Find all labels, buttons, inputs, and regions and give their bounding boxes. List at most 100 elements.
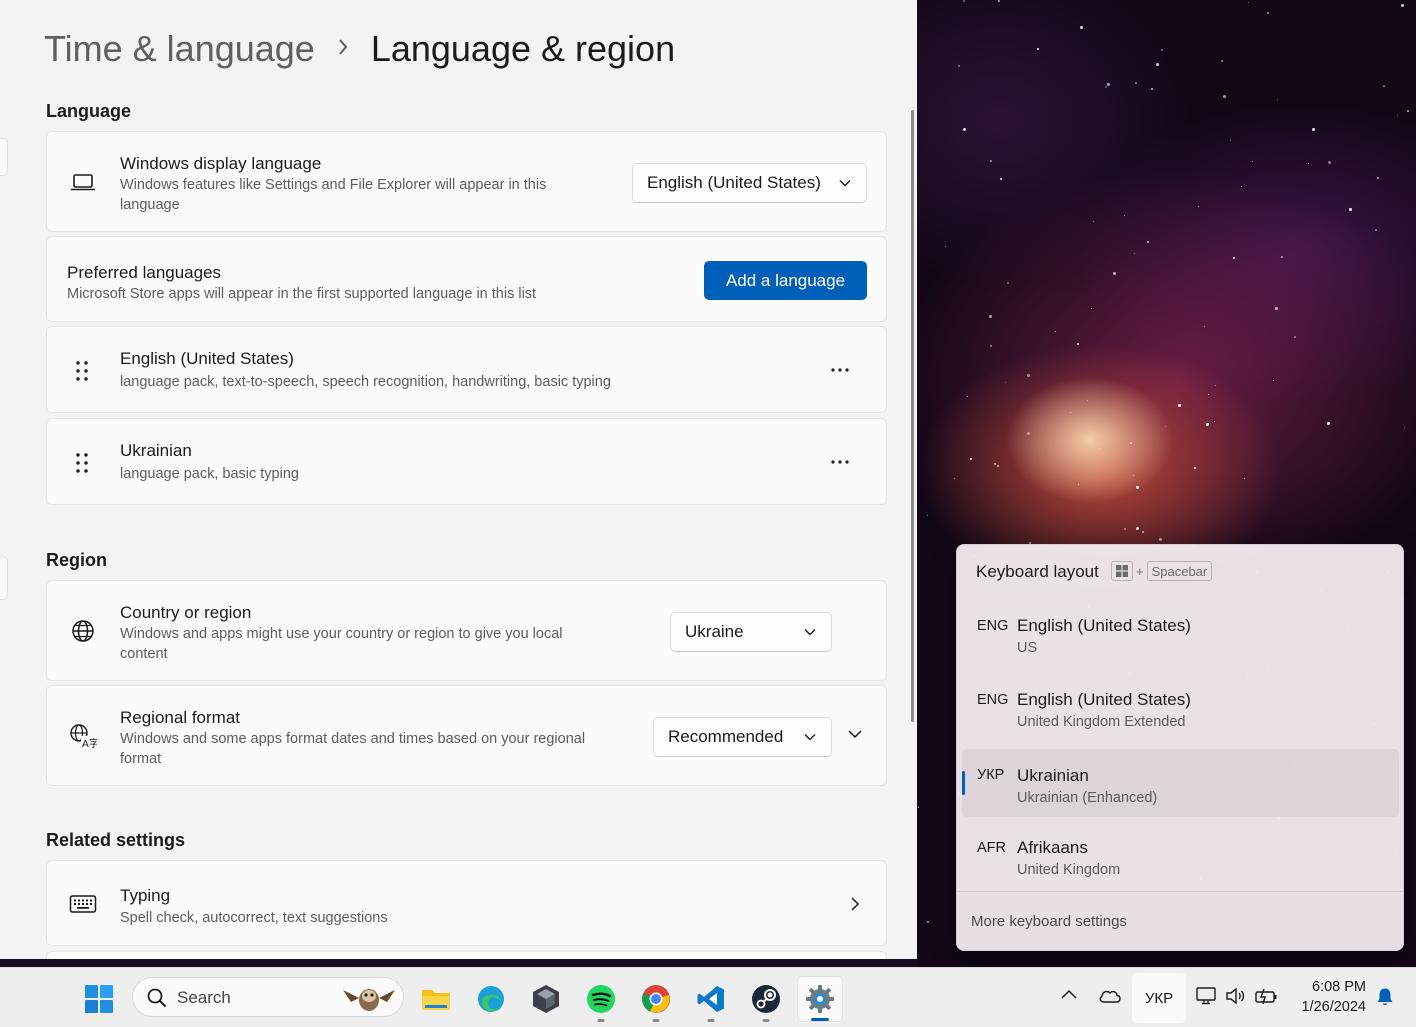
taskbar-app-steam[interactable] xyxy=(743,976,789,1022)
country-region-dropdown[interactable]: Ukraine xyxy=(670,612,832,652)
wallpaper-star xyxy=(927,921,929,923)
drag-handle-icon[interactable] xyxy=(74,451,90,480)
scrollbar[interactable] xyxy=(911,110,914,722)
keyboard-layout-item[interactable]: AFR Afrikaans United Kingdom xyxy=(962,828,1399,896)
wallpaper-star xyxy=(1397,115,1398,116)
regional-format-dropdown[interactable]: Recommended xyxy=(653,717,832,757)
file-explorer-icon xyxy=(422,990,450,1010)
wallpaper-star xyxy=(1124,215,1125,216)
regional-format-card[interactable]: A字 Regional format Windows and some apps… xyxy=(46,685,887,786)
laptop-icon xyxy=(69,168,97,196)
country-region-description: Windows and apps might use your country … xyxy=(120,626,563,662)
chevron-up-icon[interactable] xyxy=(1060,988,1078,1000)
edge-icon xyxy=(478,986,504,1012)
wallpaper-star xyxy=(1093,221,1094,222)
onedrive-icon[interactable] xyxy=(1098,988,1122,1004)
input-indicator[interactable]: УКР xyxy=(1132,973,1186,1023)
breadcrumb: Time & language Language & region xyxy=(44,28,675,70)
display-language-card: Windows display language Windows feature… xyxy=(46,131,887,232)
running-indicator xyxy=(597,1019,605,1022)
regional-format-icon: A字 xyxy=(69,722,97,750)
settings-window: Time & language Language & region Langua… xyxy=(0,0,917,959)
wallpaper-star xyxy=(1267,12,1269,14)
taskbar-search[interactable]: Search xyxy=(132,977,404,1017)
wallpaper-star xyxy=(1130,442,1132,444)
more-keyboard-settings-link[interactable]: More keyboard settings xyxy=(957,891,1403,950)
breadcrumb-parent[interactable]: Time & language xyxy=(44,28,315,70)
language-item[interactable]: Ukrainian language pack, basic typing xyxy=(46,418,887,505)
language-item[interactable]: English (United States) language pack, t… xyxy=(46,326,887,413)
taskbar-app-edge[interactable] xyxy=(468,976,514,1022)
add-language-button[interactable]: Add a language xyxy=(704,261,867,300)
display-language-title: Windows display language xyxy=(120,154,322,173)
wallpaper-star xyxy=(1135,82,1137,84)
wallpaper-star xyxy=(1077,343,1079,345)
country-region-card: Country or region Windows and apps might… xyxy=(46,580,887,681)
obs-icon xyxy=(533,985,559,1013)
expand-chevron-icon[interactable] xyxy=(847,726,863,747)
volume-icon[interactable] xyxy=(1224,986,1246,1006)
wallpaper-star xyxy=(1091,308,1092,309)
wallpaper-star xyxy=(1027,432,1030,435)
start-icon xyxy=(85,985,113,1013)
taskbar-app-chrome[interactable] xyxy=(633,976,679,1022)
taskbar-app-obs[interactable] xyxy=(523,976,569,1022)
running-indicator xyxy=(652,1019,660,1022)
drag-handle-icon[interactable] xyxy=(74,359,90,388)
wallpaper-star xyxy=(1087,400,1088,401)
taskbar-app-vscode[interactable] xyxy=(688,976,734,1022)
layout-variant: United Kingdom Extended xyxy=(1017,714,1186,730)
wallpaper-star xyxy=(1070,412,1071,413)
keyboard-layout-item-selected[interactable]: УКР Ukrainian Ukrainian (Enhanced) xyxy=(962,749,1399,817)
more-options-icon[interactable] xyxy=(825,355,855,385)
typing-card[interactable]: Typing Spell check, autocorrect, text su… xyxy=(46,860,887,946)
wallpaper-star xyxy=(967,396,968,397)
wallpaper-star xyxy=(1156,63,1159,66)
wallpaper-star xyxy=(1027,374,1030,377)
regional-format-title: Regional format xyxy=(120,708,241,727)
wallpaper-star xyxy=(1407,110,1409,112)
windows-key-icon xyxy=(1111,561,1133,581)
wallpaper-star xyxy=(1215,385,1216,386)
wallpaper-star xyxy=(1233,257,1235,259)
wallpaper-star xyxy=(1328,161,1331,164)
network-icon[interactable] xyxy=(1195,986,1217,1006)
page-title: Language & region xyxy=(370,28,676,69)
wallpaper-star xyxy=(927,515,928,516)
start-button[interactable] xyxy=(76,976,122,1022)
wallpaper-star xyxy=(1007,282,1009,284)
wallpaper-star xyxy=(1230,140,1231,141)
display-language-dropdown[interactable]: English (United States) xyxy=(632,163,867,203)
battery-icon[interactable] xyxy=(1254,986,1278,1006)
preferred-languages-title: Preferred languages xyxy=(67,263,222,282)
wallpaper-star xyxy=(1161,49,1163,51)
wallpaper-star xyxy=(1281,256,1283,258)
taskbar-app-spotify[interactable] xyxy=(578,976,624,1022)
taskbar-app-settings[interactable] xyxy=(797,976,843,1022)
wallpaper-star xyxy=(1223,95,1226,98)
wallpaper-star xyxy=(1165,426,1166,427)
taskbar-app-file-explorer[interactable] xyxy=(413,976,459,1022)
wallpaper-star xyxy=(1113,272,1116,275)
wallpaper-star xyxy=(1277,99,1278,100)
settings-icon xyxy=(806,985,834,1013)
search-icon xyxy=(147,988,167,1008)
wallpaper-star xyxy=(1198,206,1199,207)
chevron-right-icon xyxy=(849,896,861,917)
wallpaper-star xyxy=(1241,186,1242,187)
active-app-indicator xyxy=(811,1018,829,1021)
wallpaper-star xyxy=(1312,128,1315,131)
section-title-language: Language xyxy=(46,101,132,121)
wallpaper-star xyxy=(1151,88,1153,90)
clock[interactable]: 6:08 PM 1/26/2024 xyxy=(1290,977,1366,1017)
layout-code: AFR xyxy=(977,840,1006,856)
notification-bell-icon[interactable] xyxy=(1376,987,1394,1007)
wallpaper-star xyxy=(945,246,946,247)
keyboard-layout-item[interactable]: ENG English (United States) United Kingd… xyxy=(962,680,1399,748)
wallpaper-star xyxy=(1327,422,1330,425)
spacebar-key: Spacebar xyxy=(1146,561,1213,581)
keyboard-layout-item[interactable]: ENG English (United States) US xyxy=(962,606,1399,674)
more-options-icon[interactable] xyxy=(825,447,855,477)
chevron-right-icon xyxy=(337,36,349,62)
wallpaper-star xyxy=(1404,427,1405,428)
